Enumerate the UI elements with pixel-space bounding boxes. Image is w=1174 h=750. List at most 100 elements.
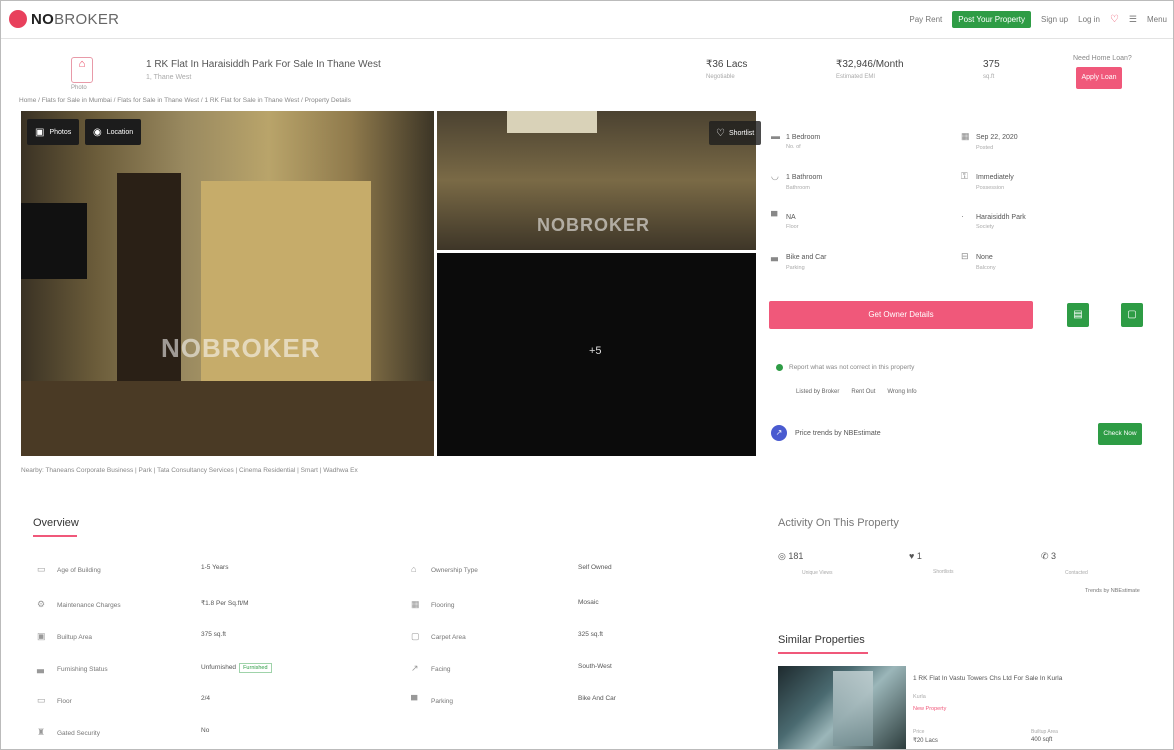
overview-age-label: ▭ Age of Building	[37, 564, 101, 574]
share-icon: ▢	[1127, 309, 1137, 320]
car-icon: ▃	[771, 251, 778, 261]
share-button[interactable]: ▢	[1121, 303, 1143, 327]
price-stat: ₹36 Lacs Negotiable	[706, 59, 747, 80]
detail-society: · Haraisiddh Park Society	[961, 211, 1026, 230]
sofa-icon: ▃	[37, 663, 44, 673]
need-loan-text: Need Home Loan?	[1073, 55, 1132, 62]
price-sub: Negotiable	[706, 74, 735, 80]
overview-flooring-label: ▦ Flooring	[411, 599, 455, 609]
report-option-rented[interactable]: Rent Out	[851, 389, 875, 395]
bath-icon: ◡	[771, 171, 779, 181]
breadcrumb[interactable]: Home / Flats for Sale in Mumbai / Flats …	[19, 97, 351, 104]
similar-title: Similar Properties	[778, 634, 865, 646]
menu-icon[interactable]: ☰	[1129, 14, 1137, 25]
area-sub: sq.ft	[983, 74, 995, 80]
detail-bedroom: ▬ 1 Bedroom No. of	[771, 131, 821, 150]
calculator-icon: ▤	[1073, 309, 1083, 320]
overview-age-value: 1-5 Years	[201, 564, 229, 571]
report-options: Listed by Broker Rent Out Wrong Info	[796, 389, 917, 395]
logo-brand: NO	[31, 10, 55, 28]
maintenance-icon: ⚙	[37, 599, 46, 609]
page: NOBROKER Pay Rent Post Your Property Sig…	[0, 0, 1174, 750]
shortlist-button[interactable]: ♡ Shortlist	[709, 121, 762, 145]
building-icon: ▀	[771, 211, 778, 221]
more-photos-tile[interactable]: +5	[437, 253, 756, 456]
key-icon: ⚿	[961, 171, 968, 181]
menu-link[interactable]: Menu	[1147, 15, 1167, 24]
location-icon: ◉	[93, 126, 102, 138]
overview-flooring-value: Mosaic	[578, 599, 599, 606]
location-button[interactable]: ◉ Location	[85, 119, 142, 145]
property-subtitle: 1, Thane West	[146, 74, 192, 81]
price-value: ₹36 Lacs	[706, 59, 748, 70]
overview-ownership-label: ⌂ Ownership Type	[411, 564, 478, 574]
watermark: NOBROKER	[161, 333, 321, 363]
detail-balcony: ⊟ None Balcony	[961, 251, 996, 271]
report-option-broker[interactable]: Listed by Broker	[796, 389, 839, 395]
photos-label: Photos	[49, 128, 72, 136]
nearby-places[interactable]: Nearby: Thaneans Corporate Business | Pa…	[21, 467, 358, 474]
area-stat: 375 sq.ft	[983, 59, 1000, 80]
photo-gallery: NOBROKER ▣ Photos ◉ Location NOBROKER +5 ♡…	[21, 111, 762, 456]
detail-floor: ▀ NA Floor	[771, 211, 799, 230]
security-icon: ♜	[37, 727, 46, 737]
photos-button[interactable]: ▣ Photos	[27, 119, 80, 145]
detail-parking: ▃ Bike and Car Parking	[771, 251, 827, 271]
eye-icon: ◎	[778, 551, 789, 561]
property-header: ⌂ Photo 1 RK Flat In Haraisiddh Park For…	[1, 41, 1173, 93]
check-now-button[interactable]: Check Now	[1098, 423, 1142, 445]
emi-value: ₹32,946/Month	[836, 59, 904, 70]
heart-icon: ♡	[716, 127, 725, 139]
more-photos-count: +5	[589, 345, 602, 357]
report-text: Report what was not correct in this prop…	[776, 364, 914, 371]
activity-shortlists: ♥ 1 Shortlists	[909, 551, 954, 575]
phone-icon: ✆	[1041, 551, 1052, 561]
area-value: 375	[983, 59, 1000, 70]
report-option-wrong-info[interactable]: Wrong Info	[887, 389, 916, 395]
price-trends: ↗ Price trends by NBEstimate	[771, 425, 881, 441]
camera-icon: ▣	[35, 126, 45, 138]
pay-rent-link[interactable]: Pay Rent	[909, 15, 942, 24]
overview-carpet-label: ▢ Carpet Area	[411, 631, 466, 641]
report-icon	[776, 364, 783, 371]
similar-property-badge: New Property	[913, 706, 947, 712]
overview-title: Overview	[33, 517, 79, 529]
overview-builtup-label: ▣ Builtup Area	[37, 631, 93, 641]
flooring-icon: ▦	[411, 599, 420, 609]
overview-parking-value: Bike And Car	[578, 695, 616, 702]
logo[interactable]: NOBROKER	[9, 10, 119, 28]
bed-icon: ▬	[771, 131, 780, 141]
carpet-icon: ▢	[411, 631, 420, 641]
shortlist-label: Shortlist	[728, 129, 755, 137]
sign-up-link[interactable]: Sign up	[1041, 15, 1068, 24]
trend-icon: ↗	[771, 425, 787, 441]
location-pin-icon: ·	[961, 211, 964, 221]
get-owner-details-button[interactable]: Get Owner Details	[769, 301, 1033, 329]
floor-icon: ▭	[37, 695, 46, 705]
overview-floor-value: 2/4	[201, 695, 211, 702]
overview-maintenance-value: ₹1.8 Per Sq.ft/M	[201, 600, 249, 607]
post-property-button[interactable]: Post Your Property	[952, 11, 1031, 28]
property-title: 1 RK Flat In Haraisiddh Park For Sale In…	[146, 59, 381, 70]
overview-maintenance-label: ⚙ Maintenance Charges	[37, 599, 121, 609]
price-trends-text: Price trends by NBEstimate	[795, 429, 881, 437]
log-in-link[interactable]: Log in	[1078, 15, 1100, 24]
notification-icon[interactable]: ♡	[1110, 14, 1119, 25]
main-photo[interactable]: NOBROKER ▣ Photos ◉ Location	[21, 111, 434, 456]
parking-icon: ▀	[411, 695, 418, 705]
overview-furnishing-value: Unfurnished Furnished	[201, 663, 272, 673]
overview-parking-label: ▀ Parking	[411, 695, 454, 705]
calculator-button[interactable]: ▤	[1067, 303, 1089, 327]
overview-floor-label: ▭ Floor	[37, 695, 72, 705]
apply-loan-button[interactable]: Apply Loan	[1076, 67, 1122, 89]
compass-icon: ↗	[411, 663, 419, 673]
similar-property-title[interactable]: 1 RK Flat In Vastu Towers Chs Ltd For Sa…	[913, 675, 1062, 682]
activity-views: ◎ 181 Unique Views	[778, 551, 833, 576]
building-age-icon: ▭	[37, 564, 46, 574]
emi-sub: Estimated EMI	[836, 74, 876, 80]
similar-property-location: Kurla	[913, 694, 926, 700]
calendar-icon: ▦	[961, 131, 970, 141]
similar-property-image[interactable]	[778, 666, 906, 749]
overview-furnishing-label: ▃ Furnishing Status	[37, 663, 108, 673]
activity-contacted: ✆ 3 Contacted	[1041, 551, 1088, 576]
